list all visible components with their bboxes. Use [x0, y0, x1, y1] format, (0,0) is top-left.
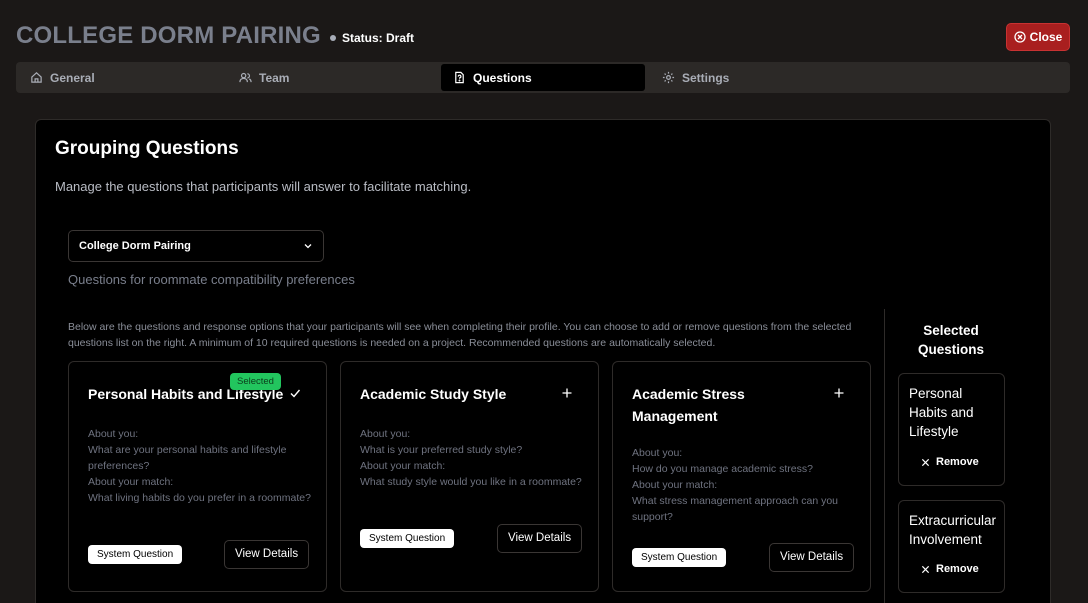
about-match-text: What living habits do you prefer in a ro…	[88, 492, 311, 504]
tab-team-label: Team	[259, 70, 290, 85]
question-body: About you: How do you manage academic st…	[632, 445, 847, 525]
view-details-button[interactable]: View Details	[769, 543, 855, 572]
chevron-down-icon	[304, 244, 312, 249]
question-title: Academic Study Style	[360, 386, 507, 402]
selected-badge: Selected	[230, 373, 281, 390]
status-dot-icon	[330, 35, 336, 41]
about-you-label: About you:	[88, 428, 139, 440]
about-you-text: What is your preferred study style?	[360, 444, 523, 456]
plus-icon[interactable]	[832, 386, 846, 400]
x-icon	[921, 458, 930, 466]
status-badge: Status: Draft	[330, 31, 414, 45]
file-question-icon	[455, 71, 464, 84]
about-match-label: About your match:	[632, 479, 718, 491]
tab-team[interactable]: Team	[227, 64, 431, 91]
about-match-text: What study style would you like in a roo…	[360, 476, 582, 488]
panel-divider	[884, 309, 885, 603]
question-set-description: Questions for roommate compatibility pre…	[68, 272, 355, 287]
home-icon	[31, 72, 42, 83]
view-details-button[interactable]: View Details	[224, 540, 310, 569]
about-match-label: About your match:	[360, 460, 446, 472]
check-icon[interactable]	[288, 386, 302, 400]
about-you-text: What are your personal habits and lifest…	[88, 444, 287, 472]
tab-general-label: General	[50, 70, 95, 85]
about-you-label: About you:	[632, 447, 683, 459]
close-button-label: Close	[1029, 30, 1063, 44]
grouping-questions-panel: Grouping Questions Manage the questions …	[35, 119, 1051, 603]
tab-settings-label: Settings	[682, 70, 730, 85]
system-question-badge: System Question	[88, 545, 183, 564]
tab-bar: General Team Questions Settings	[16, 62, 1070, 93]
tab-questions-label: Questions	[473, 70, 532, 85]
tab-general[interactable]: General	[18, 64, 222, 91]
close-button[interactable]: Close	[1006, 23, 1070, 51]
selected-question-item: Extracurricular Involvement Remove	[898, 500, 1005, 593]
about-match-label: About your match:	[88, 476, 174, 488]
selected-question-item: Personal Habits and Lifestyle Remove	[898, 373, 1005, 486]
remove-label: Remove	[936, 563, 979, 575]
question-set-select[interactable]: College Dorm Pairing	[68, 230, 324, 262]
about-you-text: How do you manage academic stress?	[632, 463, 813, 475]
question-set-value: College Dorm Pairing	[79, 240, 191, 252]
selected-question-title: Extracurricular Involvement	[909, 513, 997, 547]
gear-icon	[662, 71, 675, 84]
selected-question-title: Personal Habits and Lifestyle	[909, 386, 974, 439]
question-card-academic-study[interactable]: Academic Study Style About you: What is …	[340, 361, 599, 592]
question-body: About you: What is your preferred study …	[360, 426, 585, 490]
about-you-label: About you:	[360, 428, 411, 440]
about-match-text: What stress management approach can you …	[632, 495, 839, 523]
remove-button[interactable]: Remove	[921, 563, 979, 575]
question-body: About you: What are your personal habits…	[88, 426, 313, 506]
question-card-academic-stress[interactable]: Academic Stress Management About you: Ho…	[612, 361, 871, 592]
status-text: Status: Draft	[342, 31, 415, 45]
users-icon	[239, 72, 252, 83]
close-circle-icon	[1014, 31, 1026, 43]
section-description: Manage the questions that participants w…	[55, 179, 472, 194]
remove-button[interactable]: Remove	[921, 456, 979, 468]
section-title: Grouping Questions	[55, 138, 239, 159]
page-title: COLLEGE DORM PAIRING	[16, 22, 321, 49]
selected-questions-heading: Selected Questions	[917, 323, 984, 357]
question-card-personal-habits[interactable]: Personal Habits and Lifestyle Selected A…	[68, 361, 327, 592]
system-question-badge: System Question	[632, 548, 727, 567]
view-details-button[interactable]: View Details	[497, 524, 583, 553]
tab-questions[interactable]: Questions	[441, 64, 645, 91]
instructions-text: Below are the questions and response opt…	[68, 321, 852, 349]
plus-icon[interactable]	[560, 386, 574, 400]
question-title: Academic Stress Management	[632, 386, 745, 424]
system-question-badge: System Question	[360, 529, 455, 548]
x-icon	[921, 565, 930, 573]
tab-settings[interactable]: Settings	[650, 64, 854, 91]
remove-label: Remove	[936, 456, 979, 468]
app: COLLEGE DORM PAIRING Status: Draft Close…	[0, 0, 1088, 603]
